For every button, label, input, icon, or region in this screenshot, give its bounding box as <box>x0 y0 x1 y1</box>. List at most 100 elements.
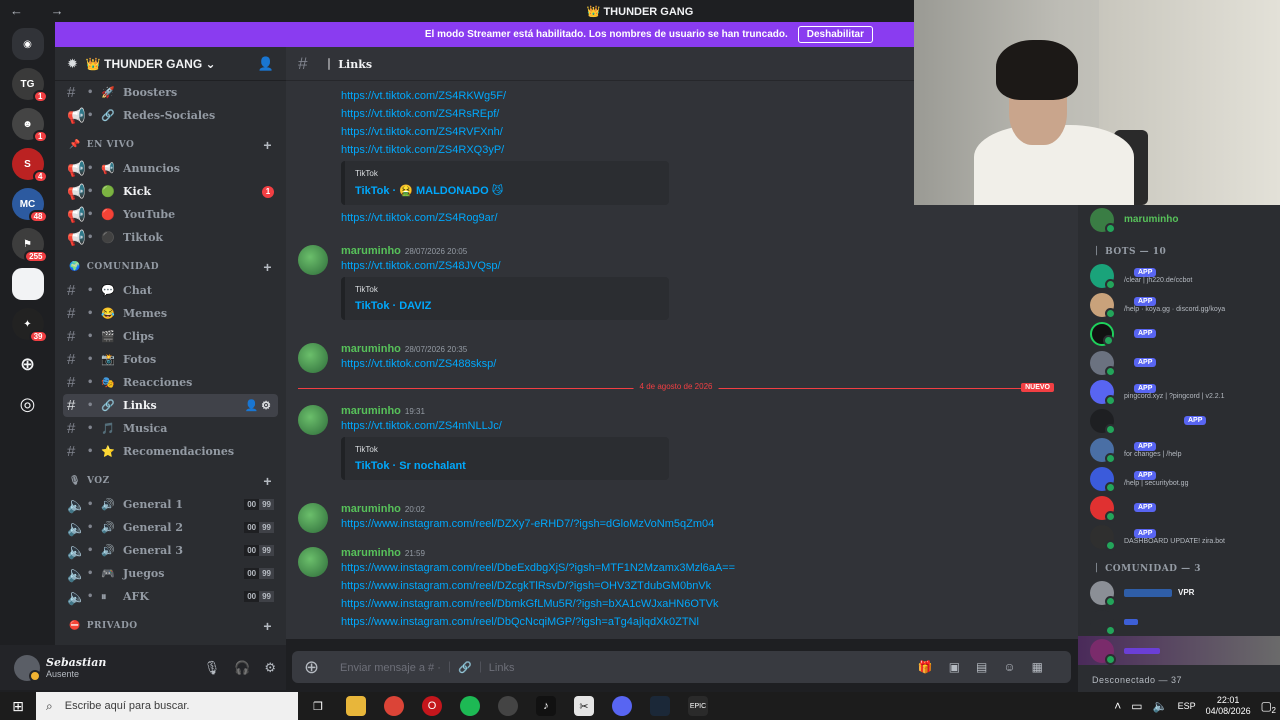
steam-icon[interactable] <box>650 696 670 716</box>
channel-musica[interactable]: # • 🎵 Musica <box>63 417 278 440</box>
avatar[interactable] <box>298 405 328 435</box>
channel-settings-icons[interactable]: 👤⚙ <box>244 399 274 412</box>
message-author[interactable]: maruminho <box>341 547 401 559</box>
windows-start-icon[interactable]: ⊞ <box>0 698 36 715</box>
server-39-icon[interactable]: ✦ 39 <box>11 308 48 343</box>
epic-games-icon[interactable]: EPIC <box>688 696 708 716</box>
channel-links[interactable]: # • 🔗 Links 👤⚙ <box>63 394 278 417</box>
category-en-vivo[interactable]: 📌 EN VIVO + <box>63 135 278 155</box>
bot-item[interactable]: APP DASHBOARD UPDATE! zira.bot <box>1078 522 1280 551</box>
network-icon[interactable]: ▭ <box>1131 699 1142 713</box>
avatar[interactable] <box>14 654 41 682</box>
bot-item[interactable]: APP for changes | /help <box>1078 435 1280 464</box>
server-header[interactable]: ✹ 👑 THUNDER GANG ⌄ 👤 <box>55 47 286 81</box>
server-thunder-icon[interactable]: TG 1 <box>11 68 48 103</box>
chrome-icon[interactable] <box>384 696 404 716</box>
nav-arrows[interactable]: ← → <box>10 3 76 18</box>
channel-tiktok[interactable]: 📢 • ⚫ Tiktok <box>63 226 278 249</box>
member-item[interactable]: VPR <box>1078 578 1280 607</box>
channel-kick[interactable]: 📢 • 🟢 Kick 1 <box>63 180 278 203</box>
settings-gear-icon[interactable]: ⚙ <box>264 660 276 676</box>
voice-juegos[interactable]: 🔈 • 🎮 Juegos 00 99 <box>63 562 278 585</box>
message-link[interactable]: https://vt.tiktok.com/ZS4RVFXnh/ <box>341 123 669 141</box>
volume-icon[interactable]: 🔈 <box>1153 699 1168 713</box>
file-explorer-icon[interactable] <box>346 696 366 716</box>
bot-item[interactable]: APP/help · koya.gg · discord.gg/koya <box>1078 290 1280 319</box>
avatar[interactable] <box>298 547 328 577</box>
task-view-icon[interactable]: ❐ <box>308 696 328 716</box>
avatar[interactable] <box>298 245 328 275</box>
channel-chat[interactable]: # • 💬 Chat <box>63 279 278 302</box>
channel-fotos[interactable]: # • 📸 Fotos <box>63 348 278 371</box>
capcut-icon[interactable]: ✂ <box>574 696 594 716</box>
channel-reacciones[interactable]: # • 🎭 Reacciones <box>63 371 278 394</box>
headphones-icon[interactable]: 🎧 <box>234 660 250 676</box>
microphone-toggle-icon[interactable]: 🎙 <box>204 660 221 676</box>
server-mcpo-icon[interactable]: MC 48 <box>11 188 48 223</box>
channel-recomendaciones[interactable]: # • ⭐ Recomendaciones <box>63 440 278 463</box>
message-link[interactable]: https://vt.tiktok.com/ZS4mNLLJc/ <box>341 417 669 435</box>
voice-general-3[interactable]: 🔈 • 🔊 General 3 00 99 <box>63 539 278 562</box>
discord-taskbar-icon[interactable] <box>612 696 632 716</box>
bot-item[interactable]: APP pingcord.xyz | ?pingcord | v2.2.1 <box>1078 377 1280 406</box>
bot-item[interactable]: APP/clear | jh220.de/ccbot <box>1078 261 1280 290</box>
avatar[interactable] <box>298 503 328 533</box>
message-author[interactable]: maruminho <box>341 245 401 257</box>
server-white-icon[interactable] <box>11 268 44 300</box>
message-link[interactable]: https://vt.tiktok.com/ZS4Rog9ar/ <box>341 209 669 227</box>
voice-afk[interactable]: 🔈 • ⏸ AFK 00 99 <box>63 585 278 608</box>
category-voz[interactable]: 🎙 VOZ + <box>63 471 278 491</box>
clock[interactable]: 22:01 04/08/2026 <box>1206 695 1251 717</box>
attach-plus-icon[interactable]: ⊕ <box>304 657 340 678</box>
tiktok-icon[interactable]: ♪ <box>536 696 556 716</box>
channel-memes[interactable]: # • 😂 Memes <box>63 302 278 325</box>
language-indicator[interactable]: ESP <box>1178 701 1196 711</box>
message-link[interactable]: https://www.instagram.com/reel/DbmkGfLMu… <box>341 595 735 613</box>
embed-title[interactable]: TikTok · DAVIZ <box>355 300 659 312</box>
member-item[interactable] <box>1078 636 1280 665</box>
opera-icon[interactable]: O <box>422 696 442 716</box>
message-link[interactable]: https://www.instagram.com/reel/DZcgkTlRs… <box>341 577 735 595</box>
channel-redes-sociales[interactable]: 📢 • 🔗 Redes-Sociales <box>63 104 278 127</box>
message-author[interactable]: maruminho <box>341 503 401 515</box>
spotify-icon[interactable] <box>460 696 480 716</box>
category-privado[interactable]: ⛔ PRIVADO + <box>63 616 278 636</box>
message-author[interactable]: maruminho <box>341 343 401 355</box>
add-channel-icon[interactable]: + <box>263 618 272 634</box>
message-link[interactable]: https://vt.tiktok.com/ZS4RsREpf/ <box>341 105 669 123</box>
add-member-icon[interactable]: 👤 <box>258 56 274 72</box>
tray-chevron-icon[interactable]: ˄ <box>1114 699 1121 713</box>
bot-item[interactable]: APP <box>1078 348 1280 377</box>
notification-center-icon[interactable]: ▢ 2 <box>1261 699 1276 715</box>
server-255-icon[interactable]: ⚑ 255 <box>11 228 48 263</box>
add-channel-icon[interactable]: + <box>263 137 272 153</box>
composer-tool-icons[interactable]: 🎁▣▤☺▦ <box>918 660 1059 674</box>
message-input[interactable]: Enviar mensaje a # · ｜ 🔗 ｜ Links <box>340 659 918 675</box>
add-server-icon[interactable]: ⊕ <box>12 348 44 380</box>
add-channel-icon[interactable]: + <box>263 473 272 489</box>
avatar[interactable] <box>298 343 328 373</box>
channel-anuncios[interactable]: 📢 • 📢 Anuncios <box>63 157 278 180</box>
message-author[interactable]: maruminho <box>341 405 401 417</box>
category-comunidad[interactable]: 🌍 COMUNIDAD + <box>63 257 278 277</box>
bot-item[interactable]: APP <box>1078 319 1280 348</box>
message-link[interactable]: https://www.instagram.com/reel/DZXy7-eRH… <box>341 515 714 533</box>
taskbar-search[interactable]: ⌕ Escribe aquí para buscar. <box>36 692 298 720</box>
message-link[interactable]: https://vt.tiktok.com/ZS488sksp/ <box>341 355 496 373</box>
bot-item[interactable]: APP <box>1078 406 1280 435</box>
member-item[interactable]: maruminho <box>1078 205 1280 234</box>
bot-item[interactable]: APP <box>1078 493 1280 522</box>
obs-icon[interactable] <box>498 696 518 716</box>
embed-title[interactable]: TikTok · Sr nochalant <box>355 460 659 472</box>
message-link[interactable]: https://vt.tiktok.com/ZS4RXQ3yP/ <box>341 141 669 159</box>
explore-icon[interactable]: ◎ <box>12 388 44 420</box>
channel-boosters[interactable]: # • 🚀 Boosters <box>63 81 278 104</box>
server-s-icon[interactable]: S4 <box>11 148 48 183</box>
message-link[interactable]: https://www.instagram.com/reel/DbeExdbgX… <box>341 559 735 577</box>
voice-general-2[interactable]: 🔈 • 🔊 General 2 00 99 <box>63 516 278 539</box>
channel-clips[interactable]: # • 🎬 Clips <box>63 325 278 348</box>
message-link[interactable]: https://vt.tiktok.com/ZS48JVQsp/ <box>341 257 669 275</box>
embed-title[interactable]: TikTok · 🤮 MALDONADO 😼 <box>355 184 659 197</box>
member-item[interactable] <box>1078 607 1280 636</box>
channel-youtube[interactable]: 📢 • 🔴 YouTube <box>63 203 278 226</box>
